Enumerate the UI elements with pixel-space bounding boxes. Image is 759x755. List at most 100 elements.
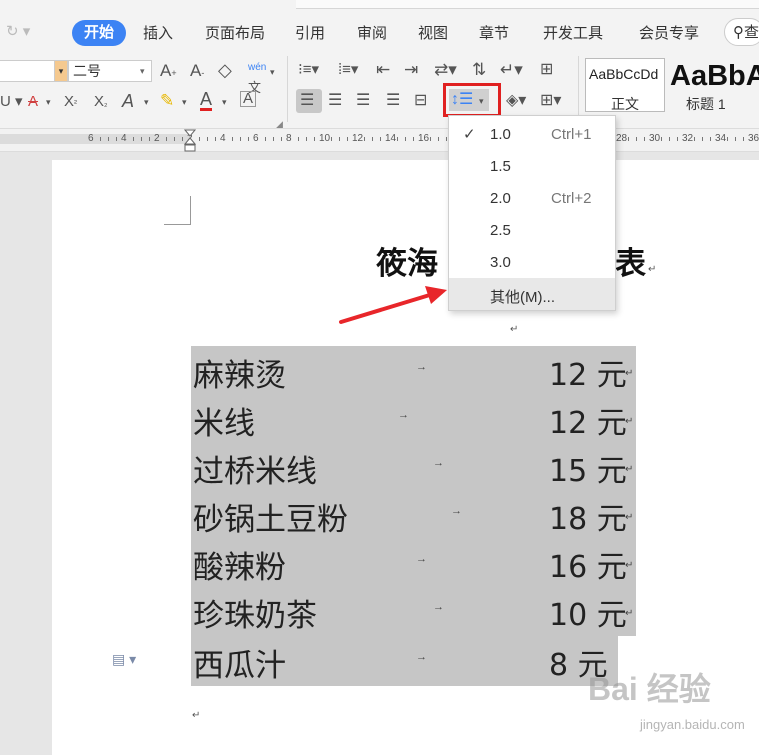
annotation-arrow-icon <box>339 286 447 324</box>
tab-view[interactable]: 视图 <box>418 22 448 43</box>
increase-indent-icon[interactable]: ⇥ <box>404 60 418 80</box>
option-shortcut: Ctrl+2 <box>551 190 592 207</box>
line-spacing-option[interactable]: 2.0 Ctrl+2 <box>449 182 615 214</box>
item-name: 过桥米线 <box>193 454 317 490</box>
option-value: 其他(M)... <box>490 289 555 306</box>
ruler-tick <box>727 137 728 141</box>
font-color-icon[interactable]: A <box>200 90 213 111</box>
line-spacing-menu: ✓ 1.0 Ctrl+1 1.5 2.0 Ctrl+2 2.5 3.0 其他(M… <box>448 115 616 311</box>
ruler-tick <box>207 137 208 141</box>
ruler-tick <box>174 137 175 141</box>
paragraph-mark: ↵ <box>192 710 201 721</box>
sort-icon[interactable]: ⇅ <box>472 60 486 80</box>
table-tools-icon[interactable]: ⊞ <box>540 60 553 80</box>
ruler-number: 8 <box>286 133 292 144</box>
tab-mark: → <box>416 361 427 373</box>
align-center-icon[interactable]: ☰ <box>328 91 342 111</box>
superscript-icon[interactable]: X² <box>64 92 77 113</box>
tab-section[interactable]: 章节 <box>479 22 509 43</box>
tab-mark: → <box>398 409 409 421</box>
ruler-tick <box>694 137 695 141</box>
shrink-font-icon[interactable]: A- <box>190 61 204 83</box>
ruler-number: 32 <box>682 133 694 144</box>
style-normal-sample: AaBbCcDd <box>589 66 659 82</box>
document-nav-icon[interactable]: ▤ ▾ <box>112 651 136 668</box>
ruler-tick <box>232 137 233 141</box>
document-title-end: 表 <box>615 246 646 282</box>
highlight-icon[interactable]: ✎ <box>160 91 174 111</box>
ruler-number: 16 <box>418 133 430 144</box>
align-right-icon[interactable]: ☰ <box>356 91 370 111</box>
ruler-tick <box>248 137 249 141</box>
tab-home[interactable]: 开始 <box>72 20 126 46</box>
indent-marker-icon[interactable] <box>184 129 196 153</box>
ruler-tick <box>133 137 134 141</box>
ruler-tick <box>702 137 703 141</box>
font-size-dropdown-icon[interactable]: ▾ <box>140 60 145 82</box>
redo-icon[interactable]: ↻ ▾ <box>6 22 30 40</box>
tab-insert[interactable]: 插入 <box>143 22 173 43</box>
pinyin-dropdown-icon[interactable]: ▾ <box>270 62 275 82</box>
ruler-tick <box>710 137 711 141</box>
line-spacing-option[interactable]: 1.5 <box>449 150 615 182</box>
borders-icon[interactable]: ⊞▾ <box>540 91 561 111</box>
line-spacing-option[interactable]: 2.5 <box>449 214 615 246</box>
paragraph-mark: ↵ <box>625 416 634 427</box>
item-name: 米线 <box>193 406 255 442</box>
strikethrough-dropdown-icon[interactable]: ▾ <box>46 92 51 112</box>
justify-icon[interactable]: ☰ <box>386 91 400 111</box>
text-effect-dropdown-icon[interactable]: ▾ <box>144 92 149 112</box>
option-value: 2.0 <box>490 190 511 207</box>
ruler-tick <box>273 137 274 141</box>
subscript-icon[interactable]: X₂ <box>94 92 108 113</box>
ruler-number: 36 <box>748 133 759 144</box>
item-name: 西瓜汁 <box>193 648 286 684</box>
decrease-indent-icon[interactable]: ⇤ <box>376 60 390 80</box>
check-icon: ✓ <box>463 126 476 143</box>
item-price: 16 元 <box>549 550 627 585</box>
font-color-dropdown-icon[interactable]: ▾ <box>222 92 227 112</box>
line-spacing-option[interactable]: 3.0 <box>449 246 615 278</box>
ruler-tick <box>636 137 637 141</box>
ribbon-divider <box>578 56 579 122</box>
clear-format-icon[interactable]: ◇ <box>218 60 232 80</box>
line-spacing-other-option[interactable]: 其他(M)... <box>449 278 615 310</box>
ruler-tick <box>108 137 109 141</box>
tab-developer[interactable]: 开发工具 <box>543 22 603 43</box>
watermark-logo-text: Bai 经验 <box>588 671 711 707</box>
underline-icon[interactable]: U ▾ <box>0 92 23 112</box>
ruler-tick <box>306 137 307 141</box>
char-border-icon[interactable]: A <box>240 91 257 107</box>
page-corner-mark <box>164 196 191 225</box>
numbered-list-icon[interactable]: ⁞≡▾ <box>338 60 358 80</box>
tab-page-layout[interactable]: 页面布局 <box>205 22 265 43</box>
ruler-tick <box>628 137 629 141</box>
ruler-tick <box>339 137 340 141</box>
distributed-icon[interactable]: ⊟ <box>414 91 427 111</box>
item-price: 12 元 <box>549 358 627 393</box>
title-strip <box>296 0 759 9</box>
tab-references[interactable]: 引用 <box>295 22 325 43</box>
line-spacing-option[interactable]: ✓ 1.0 Ctrl+1 <box>449 118 615 150</box>
option-value: 2.5 <box>490 222 511 239</box>
paragraph-mark: ↵ <box>625 608 634 619</box>
item-price: 10 元 <box>549 598 627 633</box>
grow-font-icon[interactable]: A+ <box>160 61 177 83</box>
text-direction-icon[interactable]: ⇄▾ <box>434 60 457 80</box>
text-effect-icon[interactable]: A <box>122 91 134 111</box>
ruler-tick <box>100 137 101 141</box>
ruler-number: 14 <box>385 133 397 144</box>
tab-member[interactable]: 会员专享 <box>639 22 699 43</box>
strikethrough-icon[interactable]: A <box>28 92 38 112</box>
tab-review[interactable]: 审阅 <box>357 22 387 43</box>
highlight-dropdown-icon[interactable]: ▾ <box>182 92 187 112</box>
style-heading1[interactable]: AaBbA <box>670 60 759 93</box>
show-marks-icon[interactable]: ↵▾ <box>500 60 523 80</box>
font-name-dropdown-icon[interactable]: ▾ <box>54 60 68 82</box>
bullet-list-icon[interactable]: ⁝≡▾ <box>298 60 319 80</box>
paragraph-mark: ↵ <box>625 464 634 475</box>
shading-icon[interactable]: ◈▾ <box>506 91 526 111</box>
ruler-tick <box>669 137 670 141</box>
watermark-logo: Bai 经验 <box>588 664 711 710</box>
search-button[interactable]: ⚲查 <box>724 18 759 46</box>
